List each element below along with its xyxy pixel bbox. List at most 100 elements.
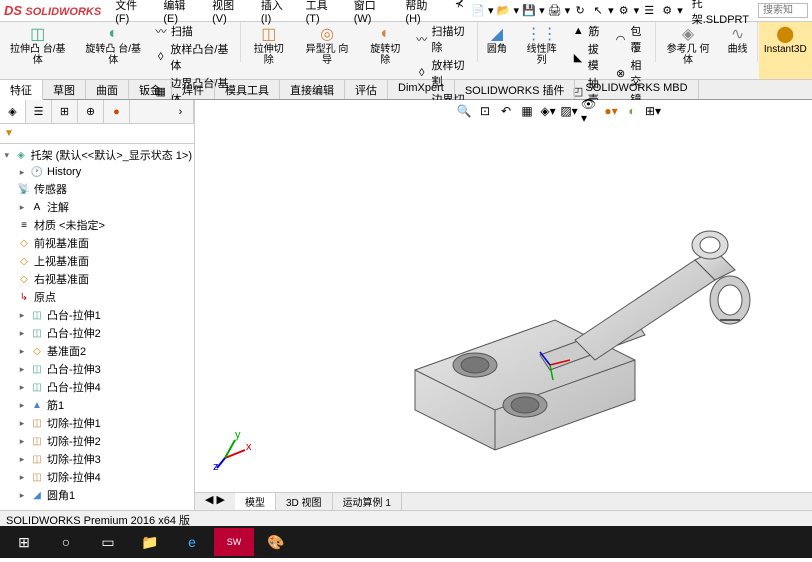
instant3d-button[interactable]: ⬤Instant3D (759, 22, 812, 79)
zoom-fit-icon[interactable]: 🔍 (455, 102, 473, 120)
wrap-button[interactable]: ◠包覆 (611, 22, 654, 56)
tree-right-plane[interactable]: ◇右视基准面 (0, 270, 194, 288)
tree-origin[interactable]: ↳原点 (0, 288, 194, 306)
loft-button[interactable]: ◊放样凸台/基体 (151, 40, 239, 74)
ref-geometry-button[interactable]: ◈参考几 何体 (656, 22, 719, 79)
taskview-icon[interactable]: ▭ (88, 528, 128, 556)
tab-feature[interactable]: 特征 (0, 80, 43, 100)
tab-surface[interactable]: 曲面 (86, 80, 129, 99)
view-triad[interactable]: x y z (213, 430, 253, 470)
prev-view-icon[interactable]: ↶ (497, 102, 515, 120)
tree-feature[interactable]: ▸◫切除-拉伸1 (0, 414, 194, 432)
tree-root[interactable]: ▾◈托架 (默认<<默认>_显示状态 1>) (0, 146, 194, 164)
tab-model[interactable]: 模型 (235, 493, 276, 510)
select-icon[interactable]: ↖ (590, 3, 606, 19)
command-tabs: 特征 草图 曲面 钣金 焊件 模具工具 直接编辑 评估 DimXpert SOL… (0, 80, 812, 100)
tab-dimx[interactable]: DimXpert (388, 80, 455, 99)
app-logo: DS SOLIDWORKS (4, 3, 101, 18)
feature-tree[interactable]: ▾◈托架 (默认<<默认>_显示状态 1>) ▸🕐History 📡传感器 ▸A… (0, 144, 194, 504)
list-icon[interactable]: ☰ (641, 3, 657, 19)
solidworks-task-icon[interactable]: SW (214, 528, 254, 556)
tree-material[interactable]: ≡材质 <未指定> (0, 216, 194, 234)
pattern-button[interactable]: ⋮⋮线性阵 列 (515, 22, 568, 79)
sweep-button[interactable]: 〰扫描 (151, 22, 239, 40)
tree-history[interactable]: ▸🕐History (0, 164, 194, 180)
svg-text:y: y (235, 430, 241, 441)
draft-button[interactable]: ◣拔模 (568, 40, 611, 74)
revolve-cut-button[interactable]: ◐旋转切 除 (359, 22, 412, 79)
collapse-icon[interactable]: › (168, 100, 194, 123)
edge-icon[interactable]: e (172, 528, 212, 556)
cortana-icon[interactable]: ○ (46, 528, 86, 556)
extrude-cut-button[interactable]: ◫拉伸切 除 (242, 22, 295, 79)
rebuild-icon[interactable]: ↻ (572, 3, 588, 19)
hole-wizard-button[interactable]: ◎异型孔 向导 (296, 22, 359, 79)
revolve-boss-button[interactable]: ◐旋转凸 台/基体 (75, 22, 150, 79)
tab-sheet[interactable]: 钣金 (129, 80, 172, 99)
extrude-boss-button[interactable]: ◫拉伸凸 台/基体 (0, 22, 75, 79)
property-tab-icon[interactable]: ☰ (26, 100, 52, 123)
scene-icon[interactable]: ◐ (623, 102, 641, 120)
title-bar: DS SOLIDWORKS 文件(F) 编辑(E) 视图(V) 插入(I) 工具… (0, 0, 812, 22)
render-icon[interactable]: ⊞▾ (644, 102, 662, 120)
tree-feature[interactable]: ▸◫凸台-拉伸1 (0, 306, 194, 324)
tree-feature[interactable]: ▸◢圆角1 (0, 486, 194, 504)
model-render (375, 190, 765, 470)
rib-button[interactable]: ▲筋 (568, 22, 611, 40)
tab-eval[interactable]: 评估 (345, 80, 388, 99)
appearance-tab-icon[interactable]: ● (104, 100, 130, 123)
tree-feature[interactable]: ▸◫凸台-拉伸3 (0, 360, 194, 378)
bottom-tabs: ◀ ▶ 模型 3D 视图 运动算例 1 (195, 492, 812, 510)
print-icon[interactable]: 🖨 (547, 3, 563, 19)
tree-feature[interactable]: ▸◫切除-拉伸3 (0, 450, 194, 468)
tree-feature[interactable]: ▸◫凸台-拉伸2 (0, 324, 194, 342)
tree-sensors[interactable]: 📡传感器 (0, 180, 194, 198)
view-toolbar: 🔍 ⊡ ↶ ▦ ◈▾ ▨▾ 👁▾ ●▾ ◐ ⊞▾ (455, 102, 662, 120)
tab-nav-icon[interactable]: ◀ ▶ (195, 493, 235, 510)
search-input[interactable] (758, 3, 808, 18)
config-tab-icon[interactable]: ⊞ (52, 100, 78, 123)
tree-annotations[interactable]: ▸A注解 (0, 198, 194, 216)
feature-tree-panel: ◈ ☰ ⊞ ⊕ ● › ▼ ▾◈托架 (默认<<默认>_显示状态 1>) ▸🕐H… (0, 100, 195, 510)
zoom-area-icon[interactable]: ⊡ (476, 102, 494, 120)
gear-icon[interactable]: ⚙ (659, 3, 675, 19)
view-orient-icon[interactable]: ◈▾ (539, 102, 557, 120)
ribbon: ◫拉伸凸 台/基体 ◐旋转凸 台/基体 〰扫描 ◊放样凸台/基体 ▦边界凸台/基… (0, 22, 812, 80)
options-icon[interactable]: ⚙ (616, 3, 632, 19)
hide-show-icon[interactable]: 👁▾ (581, 102, 599, 120)
tab-weld[interactable]: 焊件 (172, 80, 215, 99)
open-icon[interactable]: 📂 (496, 3, 512, 19)
tree-top-plane[interactable]: ◇上视基准面 (0, 252, 194, 270)
paint-icon[interactable]: 🎨 (256, 528, 296, 556)
start-button[interactable]: ⊞ (4, 528, 44, 556)
tab-direct[interactable]: 直接编辑 (280, 80, 345, 99)
new-icon[interactable]: 📄 (470, 3, 486, 19)
curves-button[interactable]: ∿曲线 (720, 22, 756, 79)
tab-sketch[interactable]: 草图 (43, 80, 86, 99)
tree-tab-icon[interactable]: ◈ (0, 100, 26, 123)
svg-text:z: z (213, 461, 219, 470)
tree-feature[interactable]: ▸◫切除-拉伸4 (0, 468, 194, 486)
appearance-icon[interactable]: ●▾ (602, 102, 620, 120)
tab-3dview[interactable]: 3D 视图 (276, 493, 333, 510)
sweep-cut-button[interactable]: 〰扫描切除 (412, 22, 476, 56)
display-tab-icon[interactable]: ⊕ (78, 100, 104, 123)
status-bar: SOLIDWORKS Premium 2016 x64 版 (0, 510, 812, 526)
tab-motion[interactable]: 运动算例 1 (333, 493, 402, 510)
tree-feature[interactable]: ▸◇基准面2 (0, 342, 194, 360)
explorer-icon[interactable]: 📁 (130, 528, 170, 556)
tree-feature[interactable]: ▸▲筋1 (0, 396, 194, 414)
save-icon[interactable]: 💾 (521, 3, 537, 19)
windows-taskbar: ⊞ ○ ▭ 📁 e SW 🎨 (0, 526, 812, 558)
svg-text:x: x (246, 441, 252, 453)
fillet-button[interactable]: ◢圆角 (479, 22, 515, 79)
filter-icon[interactable]: ▼ (2, 126, 16, 140)
display-style-icon[interactable]: ▨▾ (560, 102, 578, 120)
tab-plugin[interactable]: SOLIDWORKS 插件 (455, 80, 576, 99)
tab-mold[interactable]: 模具工具 (215, 80, 280, 99)
section-icon[interactable]: ▦ (518, 102, 536, 120)
tree-feature[interactable]: ▸◫切除-拉伸2 (0, 432, 194, 450)
viewport[interactable]: 🔍 ⊡ ↶ ▦ ◈▾ ▨▾ 👁▾ ●▾ ◐ ⊞▾ (195, 100, 812, 510)
tree-front-plane[interactable]: ◇前视基准面 (0, 234, 194, 252)
tree-feature[interactable]: ▸◫凸台-拉伸4 (0, 378, 194, 396)
